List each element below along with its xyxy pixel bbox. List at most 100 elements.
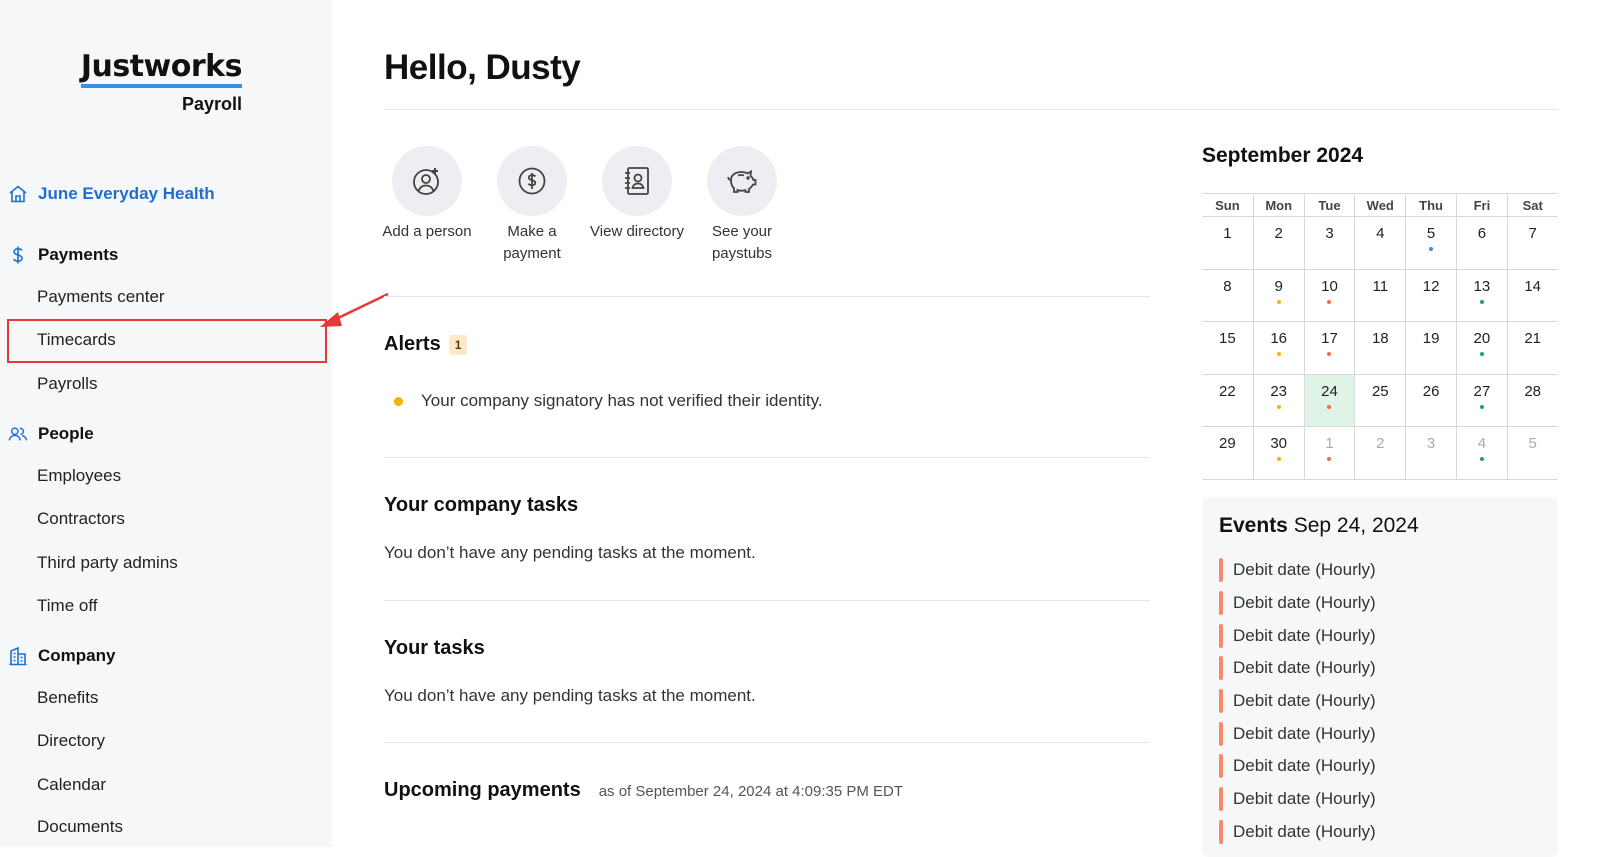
logo[interactable]: Justworks Payroll <box>80 50 243 115</box>
event-color-bar <box>1219 656 1223 681</box>
calendar-day-number: 30 <box>1270 435 1288 452</box>
directory-icon <box>602 146 672 216</box>
sidebar-item-time-off[interactable]: Time off <box>37 596 97 616</box>
event-item[interactable]: Debit date (Hourly) <box>1219 717 1376 750</box>
event-dot-icon <box>1429 247 1434 251</box>
calendar-day[interactable]: 2 <box>1252 217 1304 269</box>
nav-section-label: People <box>38 424 94 443</box>
add-person-button[interactable]: Add a person <box>382 146 472 265</box>
calendar-day-number: 27 <box>1473 382 1491 400</box>
calendar-day[interactable]: 29 <box>1202 427 1253 479</box>
calendar-day-number: 25 <box>1371 382 1389 400</box>
event-color-bar <box>1219 819 1223 844</box>
make-payment-button[interactable]: Make a payment <box>497 146 567 265</box>
calendar-day[interactable]: 3 <box>1405 427 1456 479</box>
calendar-day[interactable]: 16 <box>1252 322 1304 374</box>
event-item[interactable]: Debit date (Hourly) <box>1219 652 1376 685</box>
company-tasks-empty-text: You don’t have any pending tasks at the … <box>384 543 756 562</box>
sidebar-item-documents[interactable]: Documents <box>37 817 123 837</box>
sidebar-item-calendar[interactable]: Calendar <box>37 775 106 795</box>
calendar-day[interactable]: 11 <box>1354 269 1405 321</box>
calendar-week-row: 1 2 3 4 5 6 7 <box>1202 217 1558 270</box>
nav-section-company[interactable]: Company <box>8 646 115 666</box>
nav-section-people[interactable]: People <box>8 424 94 444</box>
calendar-day[interactable]: 23 <box>1252 374 1304 426</box>
arrow-annotation-icon <box>320 292 389 327</box>
event-dot-icon <box>1327 299 1332 304</box>
calendar-day[interactable]: 1 <box>1202 217 1253 269</box>
sidebar-item-payrolls[interactable]: Payrolls <box>37 374 97 394</box>
view-directory-button[interactable]: View directory <box>590 146 684 265</box>
calendar-day[interactable]: 4 <box>1455 427 1507 479</box>
calendar-day[interactable]: 5 <box>1506 427 1558 479</box>
event-dot-icon <box>1479 404 1484 409</box>
event-color-bar <box>1219 558 1223 583</box>
alert-item[interactable]: Your company signatory has not verified … <box>394 391 823 411</box>
calendar-day[interactable]: 12 <box>1405 269 1456 321</box>
weekday-label: Fri <box>1455 194 1507 216</box>
sidebar-item-third-party-admins[interactable]: Third party admins <box>37 553 178 573</box>
calendar-day[interactable]: 26 <box>1405 374 1456 426</box>
sidebar-item-contractors[interactable]: Contractors <box>37 509 125 529</box>
alert-text: Your company signatory has not verified … <box>421 391 823 410</box>
calendar-day-number: 8 <box>1223 277 1232 295</box>
calendar-day[interactable]: 14 <box>1506 269 1558 321</box>
calendar-day-number: 3 <box>1325 225 1334 242</box>
calendar-day-today[interactable]: 24 <box>1303 374 1355 426</box>
company-home-link[interactable]: June Everyday Health <box>8 184 215 204</box>
calendar-day-number: 18 <box>1371 330 1389 347</box>
calendar-day-number: 4 <box>1477 435 1487 452</box>
sidebar-item-employees[interactable]: Employees <box>37 466 121 486</box>
calendar-day[interactable]: 7 <box>1506 217 1558 269</box>
calendar-day[interactable]: 27 <box>1455 374 1507 426</box>
sidebar-item-directory[interactable]: Directory <box>37 731 105 751</box>
calendar-day[interactable]: 6 <box>1455 217 1507 269</box>
calendar-day[interactable]: 9 <box>1252 269 1304 321</box>
calendar-day[interactable]: 21 <box>1506 322 1558 374</box>
calendar-day[interactable]: 15 <box>1202 322 1253 374</box>
upcoming-payments-heading: Upcoming payments as of September 24, 202… <box>384 779 903 802</box>
calendar-day[interactable]: 19 <box>1405 322 1456 374</box>
event-dot-icon <box>1327 457 1332 461</box>
event-item[interactable]: Debit date (Hourly) <box>1219 816 1376 849</box>
weekday-label: Tue <box>1303 194 1355 216</box>
sidebar-item-benefits[interactable]: Benefits <box>37 688 98 708</box>
as-of-timestamp: as of September 24, 2024 at 4:09:35 PM E… <box>598 783 904 800</box>
calendar-day-number: 3 <box>1426 435 1436 452</box>
sidebar-item-payments-center[interactable]: Payments center <box>37 287 165 307</box>
calendar-day[interactable]: 25 <box>1354 374 1405 426</box>
divider <box>384 742 1150 743</box>
calendar-day[interactable]: 30 <box>1252 427 1304 479</box>
nav-section-payments[interactable]: Payments <box>8 245 118 265</box>
calendar-day[interactable]: 20 <box>1455 322 1507 374</box>
calendar-day-number: 19 <box>1422 330 1440 347</box>
calendar-day-number: 13 <box>1473 277 1491 295</box>
calendar-day[interactable]: 2 <box>1354 427 1405 479</box>
calendar-day[interactable]: 4 <box>1354 217 1405 269</box>
event-item[interactable]: Debit date (Hourly) <box>1219 587 1376 620</box>
see-paystubs-button[interactable]: See your paystubs <box>707 146 777 265</box>
calendar-day[interactable]: 1 <box>1303 427 1355 479</box>
action-label: See your paystubs <box>711 223 773 262</box>
calendar-day[interactable]: 8 <box>1202 270 1253 322</box>
calendar-day[interactable]: 28 <box>1506 374 1558 426</box>
event-item[interactable]: Debit date (Hourly) <box>1219 783 1376 816</box>
event-item[interactable]: Debit date (Hourly) <box>1219 554 1376 587</box>
calendar-day[interactable]: 5 <box>1405 217 1456 269</box>
calendar-day-number: 5 <box>1528 435 1537 452</box>
calendar-day[interactable]: 13 <box>1455 269 1507 321</box>
event-item[interactable]: Debit date (Hourly) <box>1219 685 1376 718</box>
calendar-day[interactable]: 22 <box>1202 375 1253 427</box>
event-item[interactable]: Debit date (Hourly) <box>1219 619 1376 652</box>
calendar-day[interactable]: 3 <box>1303 217 1355 269</box>
calendar-day[interactable]: 18 <box>1354 322 1405 374</box>
event-color-bar <box>1219 689 1223 714</box>
action-label: Make a payment <box>503 223 561 262</box>
event-item[interactable]: Debit date (Hourly) <box>1219 750 1376 783</box>
event-dot-icon <box>1327 404 1332 409</box>
calendar-day[interactable]: 17 <box>1303 322 1355 374</box>
warning-dot-icon <box>394 396 403 406</box>
event-dot-icon <box>1276 404 1281 409</box>
divider <box>384 109 1558 110</box>
calendar-day[interactable]: 10 <box>1303 269 1355 321</box>
